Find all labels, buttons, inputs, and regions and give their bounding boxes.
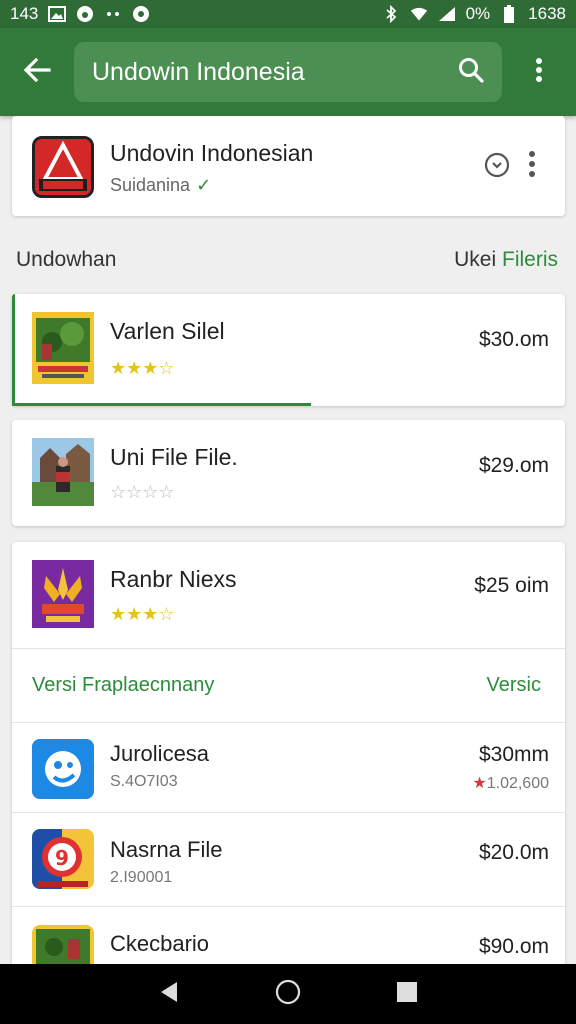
file-app-icon — [32, 739, 94, 799]
file-price: $20.0m — [478, 841, 549, 864]
item-thumbnail — [32, 560, 94, 628]
file-name: Nasrna File — [110, 837, 223, 862]
downloads-star-icon: ★ — [472, 775, 487, 792]
app-bar: Undowin Indonesia — [0, 28, 576, 116]
system-nav-bar — [0, 964, 576, 1024]
item-thumbnail — [32, 312, 94, 384]
rating-stars: ☆☆☆☆ — [110, 482, 175, 502]
install-status-icon[interactable] — [484, 152, 510, 178]
app-subtitle: Suidanina ✓ — [110, 175, 211, 196]
downloads-count: 1.02,600 — [486, 775, 549, 792]
download-progress-bar — [12, 403, 311, 406]
file-name: Ckecbario — [110, 931, 210, 956]
item-price: $29.om — [478, 454, 549, 477]
battery-icon — [500, 5, 518, 23]
file-price: $90.om — [478, 935, 549, 958]
section-link[interactable]: Ukei Fileris — [454, 248, 558, 272]
active-accent-bar — [12, 294, 15, 406]
file-app-icon: 9 — [32, 829, 94, 889]
file-list-row[interactable]: Jurolicesa S.4O7I03 $30mm ★1.02,600 — [12, 722, 565, 812]
more-notifications-icon — [104, 5, 122, 23]
app-logo — [32, 136, 94, 198]
record-notification-icon — [132, 5, 150, 23]
image-notification-icon — [48, 5, 67, 23]
rating-stars: ★★★☆ — [110, 604, 175, 624]
download-item-card[interactable]: Uni File File. ☆☆☆☆ $29.om — [12, 420, 565, 526]
download-list-card: Ranbr Niexs ★★★☆ $25 oim Versi Fraplaecn… — [12, 542, 565, 985]
status-clock: 1638 — [528, 4, 566, 23]
item-rating: ★★★☆ — [110, 358, 175, 379]
nav-home-button[interactable] — [268, 974, 308, 1014]
version-sub-header-link[interactable]: Versic — [487, 674, 541, 697]
item-name: Varlen Silel — [110, 318, 225, 344]
search-box[interactable]: Undowin Indonesia — [74, 42, 502, 102]
nav-back-button[interactable] — [149, 974, 189, 1014]
file-list-row[interactable]: 9 Nasrna File 2.I90001 $20.0m — [12, 812, 565, 906]
status-bar: 143 0% 1638 — [0, 0, 576, 28]
app-notification-icon — [76, 5, 94, 23]
file-name: Jurolicesa — [110, 741, 210, 766]
section-title: Undowhan — [16, 248, 117, 271]
file-version: S.4O7I03 — [110, 773, 178, 790]
status-time: 143 — [10, 4, 39, 23]
status-left: 143 — [10, 4, 150, 24]
section-link-prefix: Ukei — [454, 248, 497, 271]
square-recents-icon — [396, 981, 418, 1008]
more-vert-icon — [535, 57, 543, 88]
app-header-card[interactable]: Undovin Indonesian Suidanina ✓ — [12, 116, 565, 216]
signal-icon — [438, 5, 456, 23]
triangle-back-icon — [159, 980, 179, 1009]
rating-stars: ★★★☆ — [110, 358, 175, 378]
file-version: 2.I90001 — [110, 869, 173, 886]
item-price: $25 oim — [474, 574, 549, 597]
download-item[interactable]: Ranbr Niexs ★★★☆ $25 oim — [12, 542, 565, 648]
verified-check-icon: ✓ — [196, 175, 212, 195]
item-rating: ☆☆☆☆ — [110, 482, 175, 503]
circle-home-icon — [275, 979, 301, 1010]
download-item-card[interactable]: Varlen Silel ★★★☆ $30.om — [12, 294, 565, 406]
back-button[interactable] — [0, 28, 74, 116]
section-header: Undowhan Ukei Fileris — [16, 244, 558, 276]
wifi-icon — [410, 5, 428, 23]
battery-percent: 0% — [465, 4, 491, 23]
arrow-left-icon — [23, 57, 51, 87]
app-name: Undovin Indonesian — [110, 140, 314, 166]
item-name: Ranbr Niexs — [110, 566, 237, 592]
item-name: Uni File File. — [110, 444, 238, 470]
nav-recents-button[interactable] — [387, 974, 427, 1014]
search-icon[interactable] — [458, 57, 484, 88]
version-sub-header-title: Versi Fraplaecnnany — [32, 674, 215, 696]
app-more-icon[interactable] — [528, 150, 540, 180]
item-rating: ★★★☆ — [110, 604, 175, 625]
section-link-accent: Fileris — [502, 248, 558, 271]
file-downloads: ★1.02,600 — [472, 773, 549, 793]
item-price: $30.om — [478, 328, 549, 351]
version-sub-header: Versi Fraplaecnnany Versic — [12, 648, 565, 722]
overflow-menu-button[interactable] — [502, 28, 576, 116]
svg-text:9: 9 — [55, 846, 69, 870]
status-right: 0% 1638 — [382, 4, 566, 24]
item-thumbnail — [32, 438, 94, 506]
bluetooth-icon — [382, 5, 400, 23]
search-query-text[interactable]: Undowin Indonesia — [92, 58, 458, 87]
file-price: $30mm — [478, 743, 549, 766]
app-developer: Suidanina — [110, 175, 191, 195]
